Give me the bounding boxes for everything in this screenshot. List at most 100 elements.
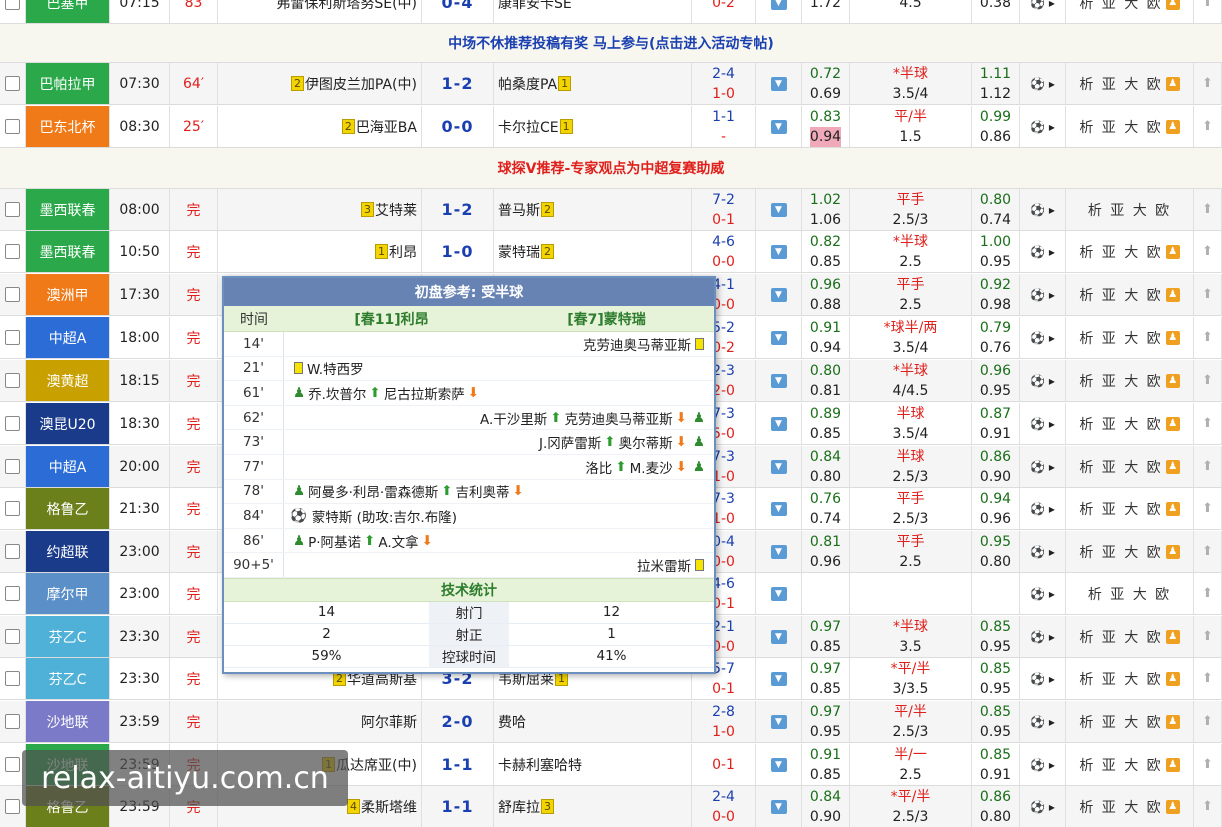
expand-dropdown-icon[interactable]: ▼	[770, 287, 787, 302]
expand-dropdown-icon[interactable]: ▼	[770, 459, 787, 474]
league-name[interactable]: 巴帕拉甲	[40, 74, 96, 94]
away-team[interactable]: 蒙特瑞	[498, 242, 540, 262]
match-score[interactable]: 1-2	[442, 200, 474, 219]
analysis-links[interactable]: 析 亚 大 欧	[1079, 414, 1162, 434]
ball-icon[interactable]: ⚽ ▸	[1030, 77, 1055, 91]
user-icon[interactable]: ♟	[1165, 119, 1180, 134]
expand-dropdown-icon[interactable]: ▼	[770, 501, 787, 516]
league-name[interactable]: 巴东北杯	[40, 117, 96, 137]
league-name[interactable]: 约超联	[47, 542, 89, 562]
home-team[interactable]: 巴海亚BA	[356, 117, 417, 137]
ball-icon[interactable]: ⚽ ▸	[1030, 587, 1055, 601]
pin-top-icon[interactable]: ⬆	[1202, 202, 1213, 217]
expand-dropdown-icon[interactable]: ▼	[770, 671, 787, 686]
analysis-links[interactable]: 析 亚 大 欧	[1088, 200, 1171, 220]
analysis-links[interactable]: 析 亚 大 欧	[1079, 712, 1162, 732]
ball-icon[interactable]: ⚽ ▸	[1030, 502, 1055, 516]
analysis-links[interactable]: 析 亚 大 欧	[1079, 542, 1162, 562]
league-name[interactable]: 墨西联春	[40, 200, 96, 220]
ball-icon[interactable]: ⚽ ▸	[1030, 758, 1055, 772]
away-team[interactable]: 费哈	[498, 712, 526, 732]
match-score[interactable]: 0-4	[442, 0, 474, 12]
league-name[interactable]: 澳洲甲	[47, 285, 89, 305]
league-name[interactable]: 芬乙C	[49, 627, 87, 647]
match-score[interactable]: 1-1	[442, 755, 474, 774]
ball-icon[interactable]: ⚽ ▸	[1030, 288, 1055, 302]
league-name[interactable]: 格鲁乙	[47, 499, 89, 519]
select-checkbox[interactable]	[5, 0, 20, 10]
select-checkbox[interactable]	[5, 799, 20, 814]
user-icon[interactable]: ♟	[1165, 671, 1180, 686]
expand-dropdown-icon[interactable]: ▼	[770, 244, 787, 259]
away-team[interactable]: 康菲安卡SE	[498, 0, 572, 13]
pin-top-icon[interactable]: ⬆	[1202, 501, 1213, 516]
ball-icon[interactable]: ⚽ ▸	[1030, 715, 1055, 729]
analysis-links[interactable]: 析 亚 大 欧	[1079, 755, 1162, 775]
user-icon[interactable]: ♟	[1165, 757, 1180, 772]
home-team[interactable]: 瓜达席亚(中)	[336, 755, 417, 775]
pin-top-icon[interactable]: ⬆	[1202, 76, 1213, 91]
home-team[interactable]: 利昂	[389, 242, 417, 262]
user-icon[interactable]: ♟	[1165, 330, 1180, 345]
pin-top-icon[interactable]: ⬆	[1202, 757, 1213, 772]
away-team[interactable]: 卡赫利塞哈特	[498, 755, 582, 775]
ball-icon[interactable]: ⚽ ▸	[1030, 245, 1055, 259]
ball-icon[interactable]: ⚽ ▸	[1030, 800, 1055, 814]
league-name[interactable]: 墨西联春	[40, 242, 96, 262]
expand-dropdown-icon[interactable]: ▼	[770, 757, 787, 772]
league-name[interactable]: 沙地联	[47, 712, 89, 732]
match-score[interactable]: 1-0	[442, 242, 474, 261]
league-name[interactable]: 澳黄超	[47, 371, 89, 391]
select-checkbox[interactable]	[5, 586, 20, 601]
analysis-links[interactable]: 析 亚 大 欧	[1079, 797, 1162, 817]
expand-dropdown-icon[interactable]: ▼	[770, 373, 787, 388]
pin-top-icon[interactable]: ⬆	[1202, 544, 1213, 559]
ball-icon[interactable]: ⚽ ▸	[1030, 545, 1055, 559]
away-team[interactable]: 卡尔拉CE	[498, 117, 559, 137]
ball-icon[interactable]: ⚽ ▸	[1030, 331, 1055, 345]
select-checkbox[interactable]	[5, 373, 20, 388]
user-icon[interactable]: ♟	[1165, 799, 1180, 814]
select-checkbox[interactable]	[5, 416, 20, 431]
user-icon[interactable]: ♟	[1165, 0, 1180, 10]
home-team[interactable]: 柔斯塔维	[361, 797, 417, 817]
ball-icon[interactable]: ⚽ ▸	[1030, 374, 1055, 388]
league-name[interactable]: 中超A	[49, 457, 87, 477]
user-icon[interactable]: ♟	[1165, 287, 1180, 302]
expand-dropdown-icon[interactable]: ▼	[770, 586, 787, 601]
banner-b2[interactable]: 球探V推荐-专家观点为中超复赛助威	[0, 148, 1222, 189]
select-checkbox[interactable]	[5, 119, 20, 134]
match-score[interactable]: 1-1	[442, 797, 474, 816]
league-name[interactable]: 巴塞甲	[47, 0, 89, 13]
expand-dropdown-icon[interactable]: ▼	[770, 714, 787, 729]
ball-icon[interactable]: ⚽ ▸	[1030, 0, 1055, 10]
home-team[interactable]: 弗雷保利斯塔努SE(中)	[276, 0, 417, 13]
user-icon[interactable]: ♟	[1165, 544, 1180, 559]
analysis-links[interactable]: 析 亚 大 欧	[1079, 371, 1162, 391]
select-checkbox[interactable]	[5, 76, 20, 91]
select-checkbox[interactable]	[5, 330, 20, 345]
league-name[interactable]: 澳昆U20	[39, 414, 95, 434]
home-team[interactable]: 伊图皮兰加PA(中)	[305, 74, 417, 94]
analysis-links[interactable]: 析 亚 大 欧	[1079, 117, 1162, 137]
pin-top-icon[interactable]: ⬆	[1202, 416, 1213, 431]
league-name[interactable]: 芬乙C	[49, 669, 87, 689]
pin-top-icon[interactable]: ⬆	[1202, 586, 1213, 601]
expand-dropdown-icon[interactable]: ▼	[770, 76, 787, 91]
user-icon[interactable]: ♟	[1165, 459, 1180, 474]
analysis-links[interactable]: 析 亚 大 欧	[1079, 242, 1162, 262]
pin-top-icon[interactable]: ⬆	[1202, 244, 1213, 259]
select-checkbox[interactable]	[5, 501, 20, 516]
analysis-links[interactable]: 析 亚 大 欧	[1079, 285, 1162, 305]
ball-icon[interactable]: ⚽ ▸	[1030, 120, 1055, 134]
user-icon[interactable]: ♟	[1165, 244, 1180, 259]
analysis-links[interactable]: 析 亚 大 欧	[1079, 627, 1162, 647]
select-checkbox[interactable]	[5, 544, 20, 559]
away-team[interactable]: 帕桑度PA	[498, 74, 557, 94]
user-icon[interactable]: ♟	[1165, 76, 1180, 91]
select-checkbox[interactable]	[5, 459, 20, 474]
expand-dropdown-icon[interactable]: ▼	[770, 119, 787, 134]
pin-top-icon[interactable]: ⬆	[1202, 119, 1213, 134]
analysis-links[interactable]: 析 亚 大 欧	[1079, 499, 1162, 519]
analysis-links[interactable]: 析 亚 大 欧	[1079, 0, 1162, 13]
